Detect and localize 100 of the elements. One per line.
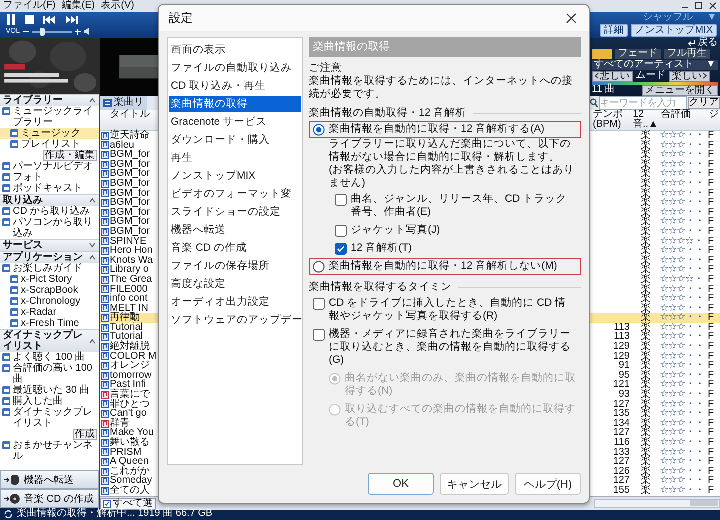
key-cell: 楽 (641, 322, 651, 333)
option-label: 曲名、ジャンル、リリース年、CD トラック番号、作曲者(E) (351, 193, 568, 219)
bpm-cell: 133 (613, 446, 630, 458)
bpm-cell: 121 (613, 379, 630, 390)
key-cell: 楽 (641, 341, 651, 352)
table-cell: F (708, 274, 714, 285)
track-title: Can't go (110, 409, 148, 419)
track-title: PRISM (110, 448, 142, 458)
key-cell: 楽 (641, 350, 651, 362)
key-cell: 楽 (641, 206, 651, 218)
table-cell: F (708, 206, 714, 218)
table-cell: F (708, 140, 714, 151)
option-label: 取り込むすべての楽曲の情報を自動的に取得する(T) (345, 403, 577, 429)
description-text: (お客様の入力した内容が上書きされることはありません) (329, 164, 576, 190)
table-cell: F (708, 178, 714, 189)
status-text: 楽曲情報の取得・解析中... 1919 曲 66.7 GB (17, 509, 213, 519)
bpm-cell: 95 (618, 370, 630, 381)
key-cell: 楽 (641, 245, 651, 256)
key-cell: 楽 (641, 140, 651, 151)
table-cell: F (708, 302, 714, 314)
key-cell: 楽 (641, 484, 651, 496)
option-label: 楽曲情報を自動的に取得・12 音解析する(A) (329, 123, 545, 136)
table-cell: F (708, 245, 714, 256)
key-cell: 楽 (641, 178, 651, 189)
bpm-cell: 126 (613, 466, 630, 477)
option-label: 曲名がない楽曲のみ、楽曲の情報を自動的に取得する(N) (345, 372, 577, 398)
key-cell: 楽 (641, 226, 651, 237)
track-title: 再律動 (110, 313, 140, 323)
track-title: Hero Hon (110, 246, 154, 256)
track-title: FILE000 (110, 284, 149, 294)
option-label: 機器・メディアに録音された楽曲をライブラリーに取り込むとき、楽曲の情報を自動的に取得する(G) (329, 328, 572, 367)
table-cell: F (708, 293, 714, 304)
table-cell: F (708, 437, 714, 448)
key-cell: 楽 (641, 379, 651, 390)
option-label: ジャケット写真(J) (351, 224, 440, 237)
option-label: 楽曲情報を自動的に取得・12 音解析しない(M) (329, 260, 558, 273)
table-cell: F (708, 350, 714, 362)
bpm-cell: 127 (613, 398, 630, 410)
key-cell: 楽 (641, 312, 651, 324)
key-cell: 楽 (641, 360, 651, 372)
key-cell: 楽 (641, 370, 651, 381)
bpm-cell: 113 (614, 331, 630, 342)
track-title: COLOR M (110, 352, 158, 362)
table-cell: F (708, 197, 714, 208)
key-cell: 楽 (641, 389, 651, 400)
bpm-cell: 127 (613, 475, 630, 486)
key-cell: 楽 (641, 158, 651, 170)
track-title: BGM_for (110, 226, 152, 237)
track-title: 全ての人 (110, 486, 150, 496)
track-title: Knots Wa (110, 256, 154, 266)
dialog-title: 設定 (169, 10, 193, 26)
track-title: BGM_for (110, 178, 152, 189)
track-title: tomorrow (110, 370, 153, 380)
bpm-cell: 113 (614, 322, 630, 333)
track-title: info cont (110, 294, 149, 304)
bpm-cell: 134 (613, 418, 630, 429)
table-cell: F (708, 418, 714, 429)
bpm-cell: 135 (613, 408, 630, 420)
bpm-cell: 129 (613, 350, 630, 362)
key-cell: 楽 (641, 408, 651, 420)
key-cell: 楽 (641, 331, 651, 342)
bpm-cell: 91 (618, 360, 630, 372)
description-text: ライブラリーに取り込んだ楽曲について、以下の情報がない場合に自動的に取得・解析します。 (329, 138, 572, 164)
track-title: BGM_for (110, 160, 152, 170)
track-title: MELT IN (110, 304, 150, 314)
bpm-cell: 129 (613, 341, 630, 352)
table-cell: F (708, 398, 714, 410)
key-cell: 楽 (641, 475, 651, 486)
table-cell: F (708, 168, 714, 180)
key-cell: 楽 (641, 254, 651, 266)
table-cell: F (708, 484, 714, 496)
key-cell: 楽 (641, 188, 651, 199)
track-title: Library o (110, 265, 149, 275)
key-cell: 楽 (641, 293, 651, 304)
track-title: Someday (110, 476, 154, 486)
table-cell: F (708, 408, 714, 420)
track-title: a6leu (110, 140, 134, 150)
table-cell: F (708, 149, 714, 160)
track-title: BGM_for (110, 169, 152, 179)
track-title: BGM_for (110, 208, 152, 218)
table-cell: F (708, 284, 714, 294)
track-title: 舞い散る (110, 438, 151, 448)
key-cell: 楽 (641, 398, 651, 410)
table-cell: F (708, 254, 714, 266)
track-title: 逆天詩命 (110, 131, 151, 141)
table-cell: F (708, 446, 714, 458)
track-title: A Queen (110, 457, 149, 467)
track-title: The Grea (110, 274, 154, 284)
track-count: 11 曲 (592, 85, 616, 96)
bpm-cell: 155 (613, 484, 630, 496)
table-cell: F (708, 466, 714, 477)
bpm-cell: 93 (618, 389, 630, 400)
key-cell: 楽 (641, 418, 651, 429)
table-cell: F (708, 312, 714, 324)
key-cell: 楽 (641, 466, 651, 477)
table-cell: F (708, 130, 714, 141)
track-title: 言葉にで (110, 390, 151, 400)
notice-text: 楽曲情報を取得するためには、インターネットへの接続が必要です。 (309, 75, 574, 101)
table-cell: F (708, 264, 714, 276)
table-cell: F (708, 379, 714, 390)
